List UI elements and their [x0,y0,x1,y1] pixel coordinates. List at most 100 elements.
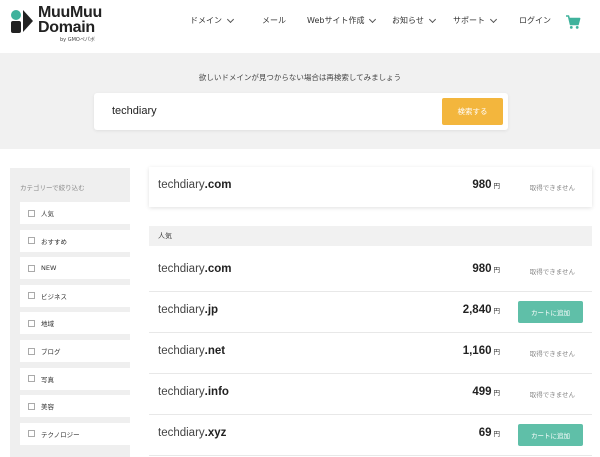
muumuu-logo[interactable]: MuuMuu Domain by GMOペパボ [10,4,110,43]
category-checkbox[interactable] [28,209,35,217]
add-to-cart-button[interactable]: カートに追加 [518,301,583,323]
category-checkbox[interactable] [28,402,35,410]
category-checkbox[interactable] [28,375,35,383]
category-sidebar: カテゴリーで絞り込む 人気おすすめ NEW ビジネス地域ブログ写真美容テクノロジー [10,168,130,457]
nav-item-3[interactable]: お知らせ [392,15,436,26]
section-heading-popular: 人気 [149,226,592,246]
nav-item-label: ドメイン [190,16,222,25]
domain-sld: techdiary [158,386,205,398]
category-item[interactable]: おすすめ [20,229,130,252]
category-checkbox[interactable] [28,237,35,245]
result-row: techdiary.com 980 円 取得できません [149,251,592,292]
category-label: 人気 [41,210,54,218]
category-label: ブログ [41,348,61,356]
domain-tld: .jp [204,304,219,316]
price-value: 980 [472,263,492,275]
category-item[interactable]: ビジネス [20,284,130,307]
chevron-down-icon [489,15,498,23]
category-label: おすすめ [41,237,67,246]
unavailable-label: 取得できません [529,391,575,399]
nav-item-1[interactable]: メール [262,15,286,26]
chevron-down-icon [428,15,436,23]
domain-price: 69 円 [479,427,500,439]
nav-item-label: お知らせ [392,16,424,25]
category-item[interactable]: 美容 [20,395,130,418]
logo-line2: Domain [38,19,95,36]
domain-tld: .com [204,179,232,191]
price-unit: 円 [493,308,501,315]
domain-name: techdiary.jp [158,304,218,316]
domain-name: techdiary.com [158,263,232,275]
unavailable-label: 取得できません [529,350,575,358]
category-label: ビジネス [41,292,67,301]
nav-item-0[interactable]: ドメイン [190,15,235,26]
domain-tld: .xyz [204,427,227,439]
unavailable-label: 取得できません [529,268,575,276]
cart-icon[interactable] [565,14,581,30]
logo-line1: MuuMuu [38,4,102,21]
category-item[interactable]: 写真 [20,367,130,390]
category-label: テクノロジー [41,430,80,439]
nav-item-label: メール [262,16,286,25]
price-value: 980 [472,179,492,191]
add-to-cart-button[interactable]: カートに追加 [518,424,583,446]
nav-item-label: サポート [453,16,485,25]
domain-search-input[interactable] [112,101,412,121]
domain-price: 980 円 [472,263,500,275]
domain-sld: techdiary [158,345,205,357]
search-button[interactable]: 検索する [442,98,503,125]
category-label: NEW [41,264,57,273]
domain-sld: techdiary [158,304,205,316]
domain-sld: techdiary [158,427,205,439]
nav-item-5[interactable]: ログイン [519,15,551,26]
search-box: 検索する [94,93,508,130]
site-header: MuuMuu Domain by GMOペパボ ドメイン メール Webサイト作成 お… [0,0,600,46]
logo-subtext: by GMOペパボ [60,37,95,43]
nav-item-2[interactable]: Webサイト作成 [307,15,377,26]
price-unit: 円 [493,431,501,438]
result-row: techdiary.jp 2,840 円 カートに追加 [149,292,592,333]
result-row: techdiary.net 1,160 円 取得できません [149,333,592,374]
domain-price: 980 円 [472,179,500,191]
category-item[interactable]: 人気 [20,202,130,224]
primary-result-card: techdiary.com 980 円 取得できません [149,167,592,207]
sidebar-title: カテゴリーで絞り込む [20,184,85,192]
domain-tld: .net [204,345,226,357]
domain-tld: .com [204,263,232,275]
category-checkbox[interactable] [28,264,35,272]
price-value: 69 [478,427,492,439]
price-value: 2,840 [462,304,492,316]
price-unit: 円 [493,183,501,190]
nav-item-4[interactable]: サポート [453,15,498,26]
domain-name: techdiary.info [158,386,229,398]
domain-name: techdiary.xyz [158,427,226,439]
price-value: 1,160 [462,345,492,357]
category-checkbox[interactable] [28,292,35,300]
category-checkbox[interactable] [28,347,35,355]
category-item[interactable]: ブログ [20,340,130,362]
category-checkbox[interactable] [28,319,35,327]
category-item[interactable]: NEW [20,257,130,280]
price-unit: 円 [493,349,501,356]
domain-sld: techdiary [158,263,205,275]
search-hint: 欲しいドメインが見つからない場合は再検索してみましょう [198,73,402,82]
logo-wordmark: MuuMuu Domain [38,4,102,36]
category-label: 地域 [41,320,54,329]
category-item[interactable]: テクノロジー [20,422,130,445]
category-item[interactable]: 地域 [20,312,130,335]
chevron-down-icon [226,15,235,23]
chevron-down-icon [369,15,377,23]
domain-sld: techdiary [158,179,205,191]
nav-item-label: ログイン [519,16,551,25]
category-label: 写真 [41,375,54,384]
domain-name: techdiary.com [158,179,232,191]
category-label: 美容 [41,403,54,412]
category-checkbox[interactable] [28,430,35,438]
domain-price: 2,840 円 [463,304,500,316]
domain-price: 1,160 円 [463,345,500,357]
price-unit: 円 [493,267,501,274]
result-row: techdiary.info 499 円 取得できません [149,374,592,415]
domain-tld: .info [204,386,229,398]
nav-item-label: Webサイト作成 [307,16,365,25]
result-row: techdiary.xyz 69 円 カートに追加 [149,415,592,456]
